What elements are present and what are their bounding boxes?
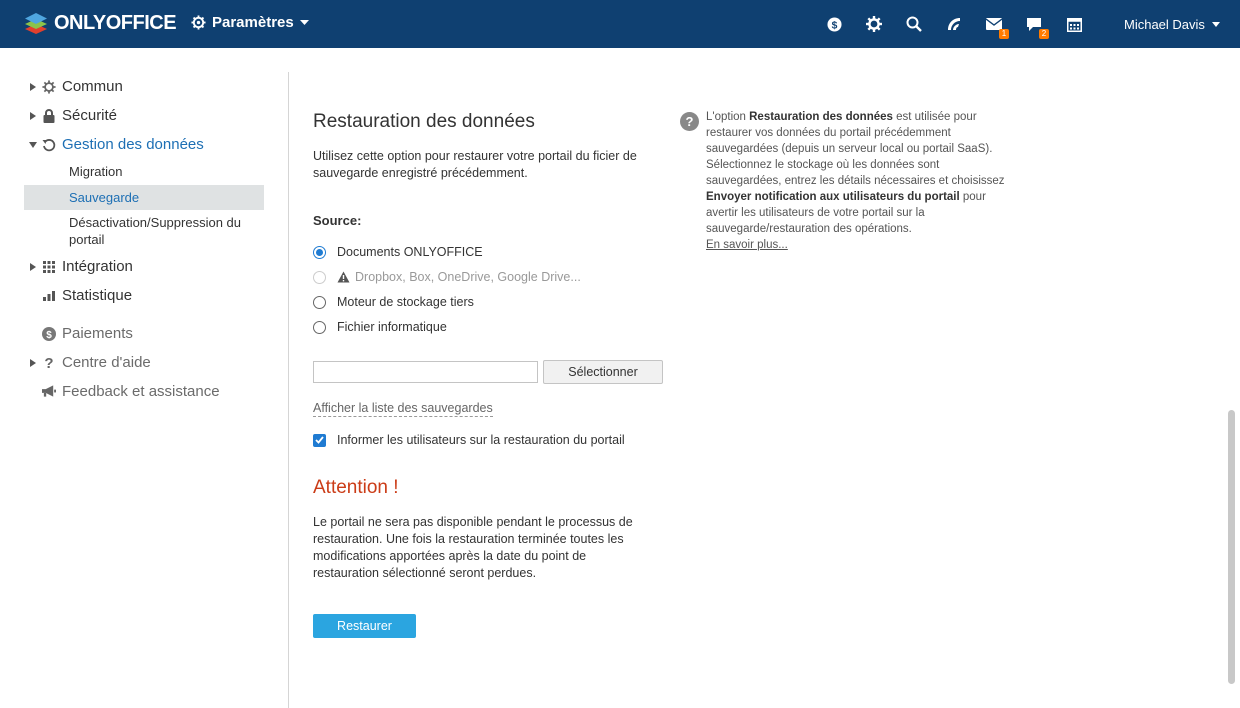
notify-users-option[interactable]: Informer les utilisateurs sur la restaur… bbox=[313, 433, 625, 447]
learn-more-link[interactable]: En savoir plus... bbox=[706, 239, 788, 251]
sidebar-item-statistique[interactable]: Statistique bbox=[24, 281, 264, 310]
lock-icon bbox=[42, 108, 56, 123]
source-option-label: Moteur de stockage tiers bbox=[337, 295, 474, 309]
sidebar-subitem-label: Désactivation/Suppression du portail bbox=[69, 215, 241, 247]
checkmark-icon bbox=[315, 436, 324, 444]
restore-button[interactable]: Restaurer bbox=[313, 614, 416, 638]
backup-list-link[interactable]: Afficher la liste des sauvegardes bbox=[313, 400, 493, 417]
sidebar-item-label: Gestion des données bbox=[62, 136, 204, 153]
source-option-computer-file[interactable]: Fichier informatique bbox=[313, 320, 447, 334]
payments-icon: $ bbox=[42, 326, 56, 341]
warning-icon bbox=[337, 271, 350, 283]
grid-icon bbox=[42, 260, 56, 274]
radio-button bbox=[313, 270, 326, 284]
source-option-label: Documents ONLYOFFICE bbox=[337, 245, 483, 259]
module-label: Paramètres bbox=[212, 14, 294, 31]
gear-icon bbox=[42, 79, 56, 94]
radio-button[interactable] bbox=[313, 245, 326, 259]
gear-icon bbox=[191, 15, 206, 30]
user-name: Michael Davis bbox=[1124, 17, 1205, 32]
chevron-right-icon bbox=[30, 262, 36, 271]
logo-icon bbox=[25, 13, 47, 34]
chevron-down-icon bbox=[1211, 22, 1220, 27]
sidebar-item-label: Sécurité bbox=[62, 107, 118, 124]
source-option-label: Fichier informatique bbox=[337, 320, 447, 334]
feed-icon[interactable] bbox=[944, 14, 964, 34]
sidebar-item-label: Commun bbox=[62, 78, 123, 95]
sidebar-subitem-desactivation[interactable]: Désactivation/Suppression du portail bbox=[24, 214, 264, 248]
svg-text:$: $ bbox=[46, 330, 52, 341]
help-text-bold: Restauration des données bbox=[749, 111, 893, 123]
megaphone-icon bbox=[42, 385, 56, 399]
scrollbar[interactable] bbox=[1228, 410, 1235, 684]
sidebar-item-commun[interactable]: Commun bbox=[24, 72, 264, 101]
mail-badge: 1 bbox=[999, 29, 1009, 39]
sidebar-item-gestion-des-donnees[interactable]: Gestion des données bbox=[24, 130, 264, 159]
settings-icon[interactable] bbox=[864, 14, 884, 34]
sidebar-item-securite[interactable]: Sécurité bbox=[24, 101, 264, 130]
sidebar-item-centre-aide[interactable]: ? Centre d'aide bbox=[24, 348, 264, 377]
svg-text:$: $ bbox=[831, 20, 837, 31]
chevron-down-icon bbox=[299, 20, 309, 25]
payments-icon[interactable]: $ bbox=[824, 14, 844, 34]
page-description: Utilisez cette option pour restaurer vot… bbox=[313, 149, 637, 180]
top-navigation-bar: ONLYOFFICE Paramètres $ 1 2 Michael Davi… bbox=[0, 0, 1240, 48]
chevron-right-icon bbox=[30, 358, 36, 367]
page-title: Restauration des données bbox=[313, 111, 535, 132]
sidebar-subitem-label: Sauvegarde bbox=[69, 190, 140, 205]
help-text: L'option Restauration des données est ut… bbox=[706, 109, 1006, 253]
notify-checkbox[interactable] bbox=[313, 433, 326, 447]
radio-button[interactable] bbox=[313, 295, 326, 309]
backup-file-input[interactable] bbox=[313, 361, 538, 383]
radio-button[interactable] bbox=[313, 320, 326, 334]
chat-badge: 2 bbox=[1039, 29, 1049, 39]
warning-text: Le portail ne sera pas disponible pendan… bbox=[313, 515, 633, 580]
bar-chart-icon bbox=[42, 289, 56, 303]
sidebar-subitem-label: Migration bbox=[69, 164, 123, 179]
user-menu[interactable]: Michael Davis bbox=[1124, 17, 1220, 32]
sidebar-item-label: Statistique bbox=[62, 287, 133, 304]
sidebar-divider bbox=[288, 72, 289, 708]
help-icon: ? bbox=[680, 112, 699, 131]
source-option-third-party[interactable]: Moteur de stockage tiers bbox=[313, 295, 474, 309]
sidebar-subitem-migration[interactable]: Migration bbox=[24, 163, 264, 180]
select-button[interactable]: Sélectionner bbox=[543, 360, 663, 384]
help-text-part: L'option bbox=[706, 111, 750, 123]
notify-label: Informer les utilisateurs sur la restaur… bbox=[337, 433, 625, 447]
warning-title: Attention ! bbox=[313, 477, 399, 498]
module-menu[interactable]: Paramètres bbox=[191, 14, 309, 31]
mail-icon[interactable]: 1 bbox=[984, 14, 1009, 39]
search-icon[interactable] bbox=[904, 14, 924, 34]
chat-icon[interactable]: 2 bbox=[1024, 14, 1049, 39]
source-option-documents[interactable]: Documents ONLYOFFICE bbox=[313, 245, 483, 259]
chevron-down-icon bbox=[29, 141, 37, 148]
onlyoffice-logo[interactable]: ONLYOFFICE bbox=[24, 11, 177, 36]
sidebar-item-label: Centre d'aide bbox=[62, 354, 151, 371]
chevron-right-icon bbox=[30, 111, 36, 120]
source-option-cloud: Dropbox, Box, OneDrive, Google Drive... bbox=[313, 270, 581, 284]
sidebar-item-paiements[interactable]: $ Paiements bbox=[24, 319, 264, 348]
sidebar-item-label: Feedback et assistance bbox=[62, 383, 220, 400]
help-text-bold: Envoyer notification aux utilisateurs du… bbox=[706, 191, 960, 203]
sidebar-item-label: Paiements bbox=[62, 325, 133, 342]
source-option-label: Dropbox, Box, OneDrive, Google Drive... bbox=[355, 270, 581, 284]
sidebar-item-integration[interactable]: Intégration bbox=[24, 252, 264, 281]
calendar-icon[interactable] bbox=[1064, 14, 1084, 34]
sidebar-item-feedback[interactable]: Feedback et assistance bbox=[24, 377, 264, 406]
source-label: Source: bbox=[313, 213, 362, 228]
sidebar-subitem-sauvegarde[interactable]: Sauvegarde bbox=[24, 185, 264, 210]
question-icon: ? bbox=[42, 356, 56, 370]
chevron-right-icon bbox=[30, 82, 36, 91]
svg-text:?: ? bbox=[44, 356, 53, 370]
sidebar-submenu: Migration Sauvegarde Désactivation/Suppr… bbox=[24, 163, 264, 248]
sidebar-item-label: Intégration bbox=[62, 258, 133, 275]
logo-text: ONLYOFFICE bbox=[54, 12, 177, 34]
restore-icon bbox=[42, 138, 56, 152]
